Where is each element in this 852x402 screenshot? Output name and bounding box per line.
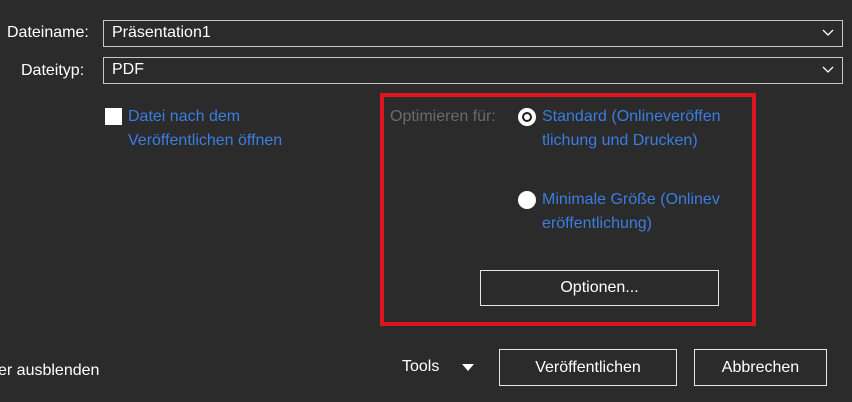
filetype-select[interactable]: PDF [103, 57, 843, 84]
filename-label: Dateiname: [7, 24, 89, 41]
chevron-down-icon[interactable] [822, 29, 834, 37]
tools-menu[interactable]: Tools [402, 358, 439, 376]
filename-value: Präsentation1 [112, 24, 211, 41]
filename-input[interactable]: Präsentation1 [103, 20, 843, 47]
options-button[interactable]: Optionen... [480, 270, 719, 306]
radio-minimal-size[interactable] [518, 191, 536, 209]
filetype-label: Dateityp: [21, 62, 85, 79]
publish-button[interactable]: Veröffentlichen [499, 349, 677, 386]
radio-standard[interactable] [518, 108, 536, 126]
caret-down-icon[interactable] [462, 364, 474, 371]
optimize-label: Optimieren für: [390, 108, 496, 125]
open-after-publish-checkbox[interactable] [105, 108, 122, 125]
open-after-publish-label[interactable]: Datei nach dem Veröffentlichen öffnen [128, 105, 328, 153]
chevron-down-icon[interactable] [822, 66, 834, 74]
radio-standard-label[interactable]: Standard (Onlineveröffentlichung und Dru… [542, 105, 722, 153]
filetype-value: PDF [112, 61, 144, 78]
cancel-button[interactable]: Abbrechen [694, 349, 827, 386]
radio-minimal-size-label[interactable]: Minimale Größe (Onlineveröffentlichung) [542, 188, 722, 236]
hide-folders-label[interactable]: er ausblenden [0, 362, 99, 380]
